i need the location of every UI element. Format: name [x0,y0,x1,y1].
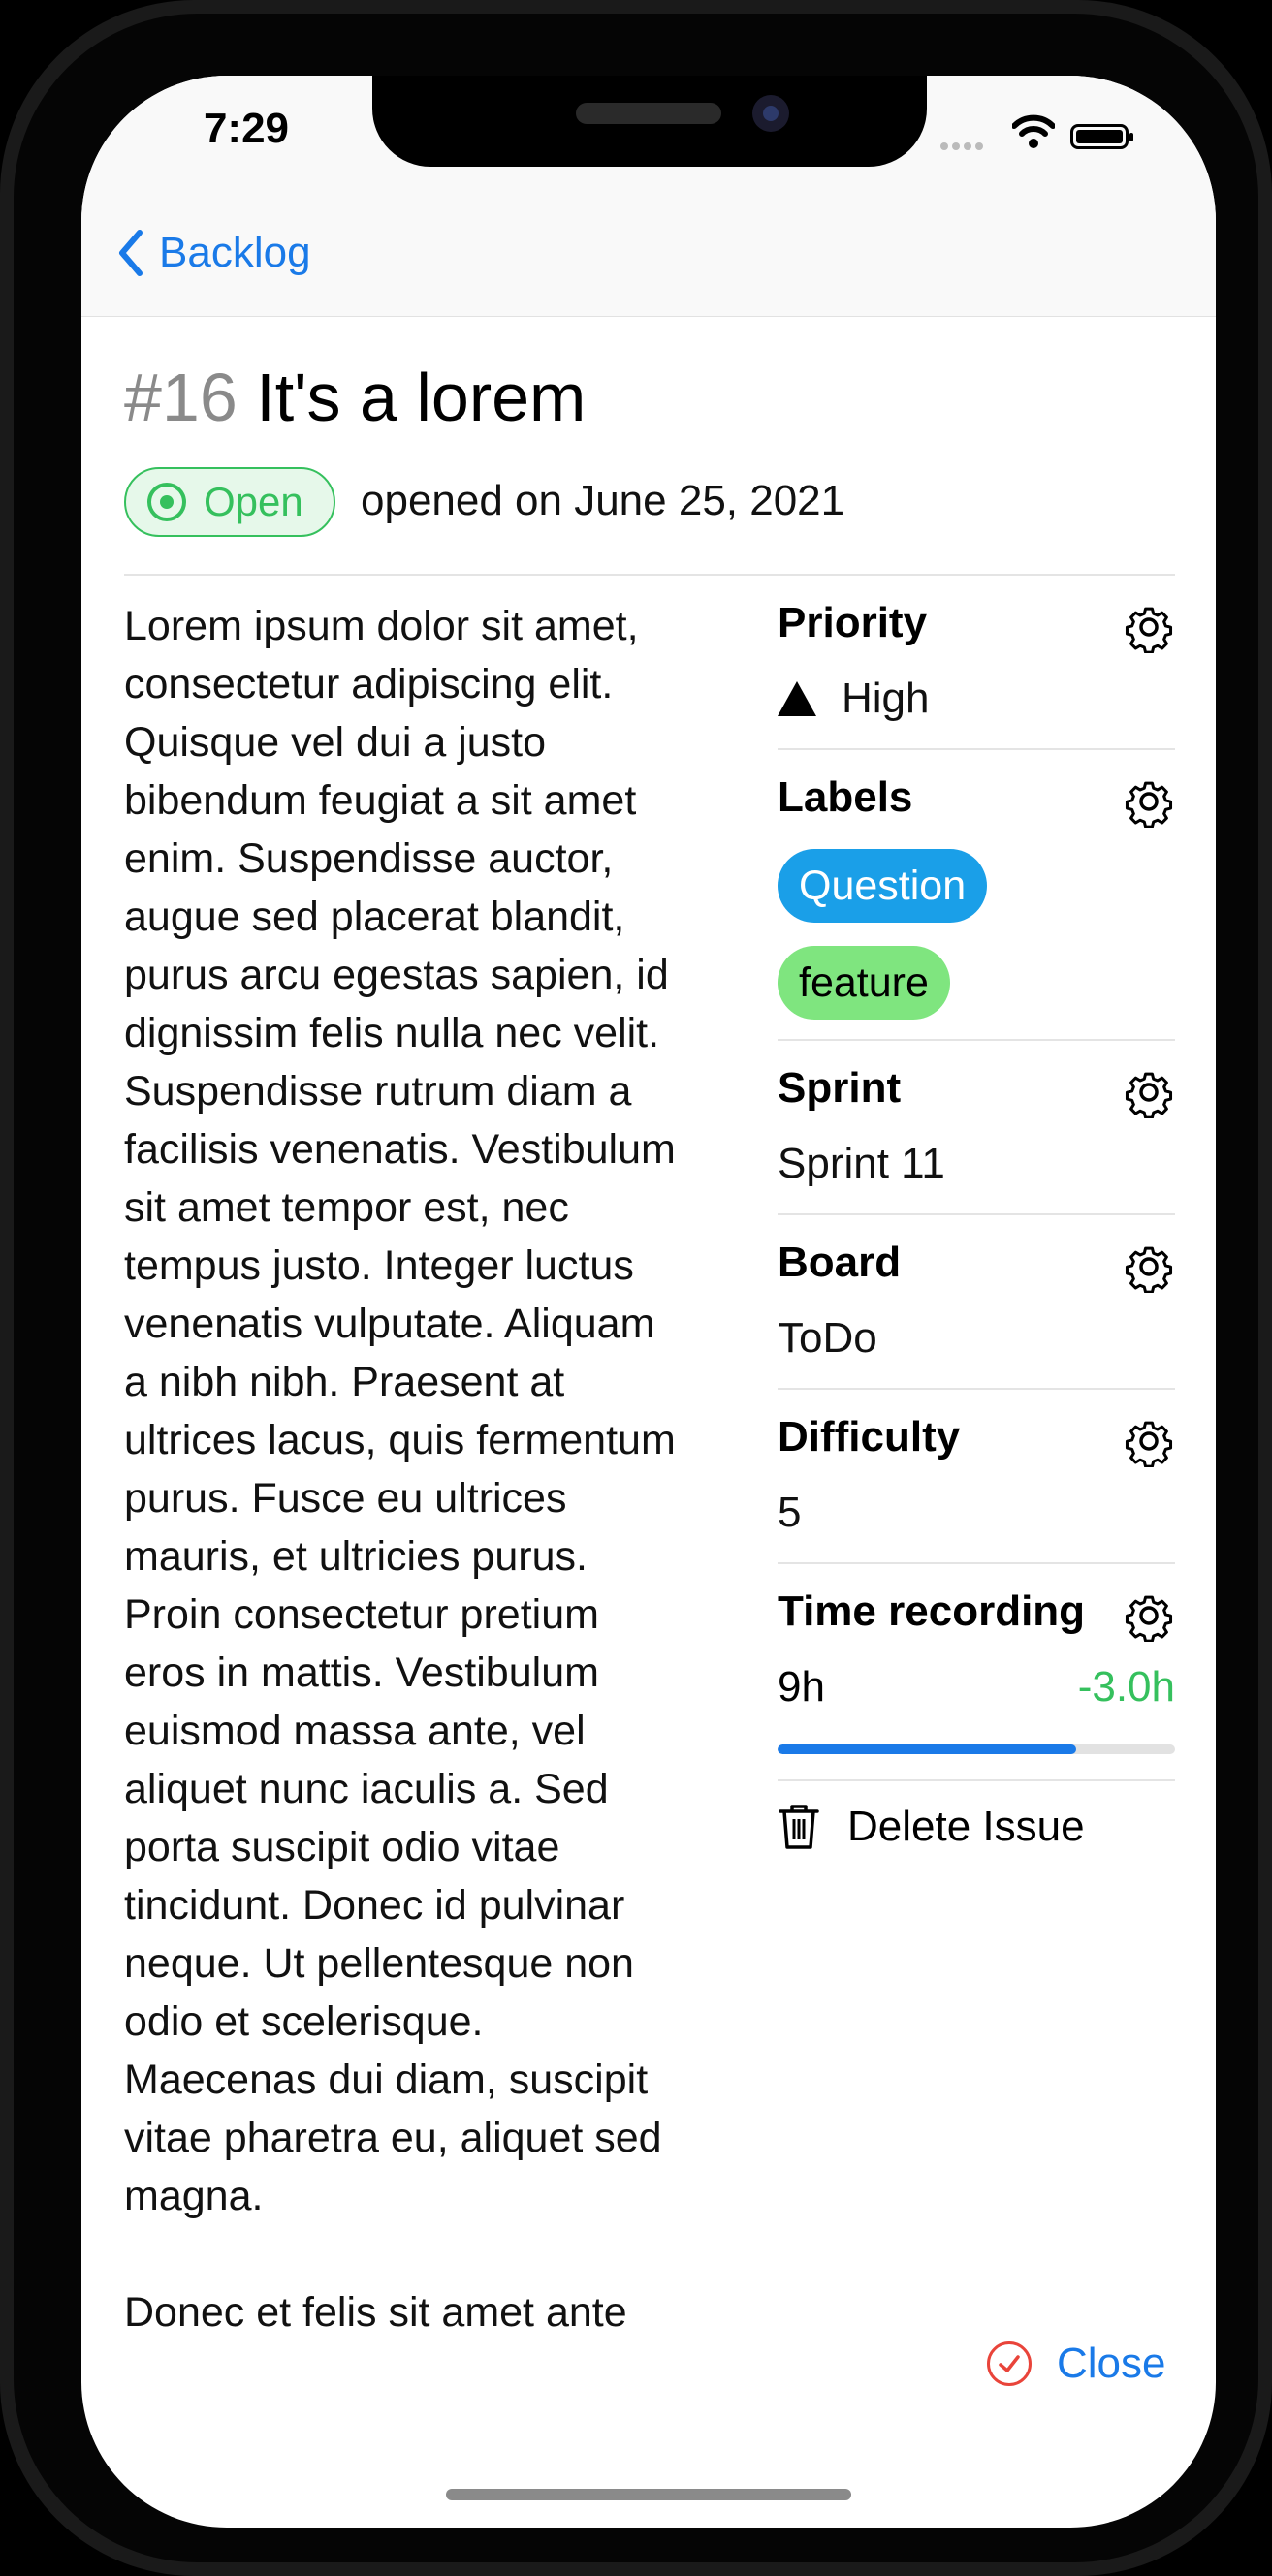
label-chip-feature[interactable]: feature [778,946,950,1020]
trash-icon [779,1805,819,1849]
gear-icon[interactable] [1123,775,1175,828]
time-spent-value: 9h [778,1663,825,1711]
checkmark-circle-icon [987,2341,1032,2386]
time-recording-section: Time recording 9h -3.0h [778,1564,1175,1781]
gear-icon[interactable] [1123,1066,1175,1118]
issue-sidebar: Priority High Labels Question feature Sp… [778,576,1175,1851]
home-indicator[interactable] [446,2489,851,2500]
delete-issue-button[interactable]: Delete Issue [778,1803,1175,1851]
labels-heading: Labels [778,773,913,821]
signal-icon [940,138,987,155]
time-progress-fill [778,1744,1076,1754]
phone-bezel: Backlog 7:29 #16 It's a lorem Open opene… [14,14,1258,2562]
priority-value: High [778,675,930,723]
board-heading: Board [778,1239,902,1286]
issue-title-row: #16 It's a lorem [124,359,586,436]
phone-frame: Backlog 7:29 #16 It's a lorem Open opene… [0,0,1272,2576]
priority-heading: Priority [778,599,928,646]
wifi-icon [1012,114,1055,148]
screen: Backlog 7:29 #16 It's a lorem Open opene… [81,76,1216,2528]
sprint-section: Sprint Sprint 11 [778,1041,1175,1215]
gear-icon[interactable] [1123,1241,1175,1293]
difficulty-value: 5 [778,1489,802,1536]
time-recording-heading: Time recording [778,1587,1086,1635]
opened-date: opened on June 25, 2021 [361,477,845,524]
gear-icon[interactable] [1123,1589,1175,1642]
back-label: Backlog [159,229,311,276]
triangle-icon [778,681,816,716]
camera [752,95,789,132]
status-label: Open [204,479,303,524]
gear-icon[interactable] [1123,1415,1175,1467]
priority-text: High [842,675,930,722]
time-progress-bar [778,1744,1175,1754]
label-chip-question[interactable]: Question [778,849,988,923]
close-label: Close [1057,2340,1166,2387]
gear-icon[interactable] [1123,601,1175,653]
sprint-value: Sprint 11 [778,1140,945,1187]
battery-icon [1070,124,1133,149]
delete-issue-label: Delete Issue [847,1803,1085,1850]
difficulty-heading: Difficulty [778,1413,961,1461]
labels-section: Labels Question feature [778,750,1175,1041]
issue-title: It's a lorem [256,360,587,435]
board-section: Board ToDo [778,1215,1175,1390]
difficulty-section: Difficulty 5 [778,1390,1175,1564]
back-button[interactable]: Backlog [116,229,311,277]
chevron-left-icon [119,230,143,276]
status-badge: Open [124,467,335,537]
issue-description: Lorem ipsum dolor sit amet, consectetur … [124,603,676,2332]
priority-section: Priority High [778,576,1175,750]
board-value: ToDo [778,1314,877,1362]
time-recording-row: 9h -3.0h [778,1663,1175,1712]
issue-number: #16 [124,360,238,435]
time-delta-value: -3.0h [1077,1663,1175,1711]
status-time: 7:29 [203,105,290,152]
open-status-icon [147,483,186,521]
sprint-heading: Sprint [778,1064,902,1112]
close-issue-button[interactable]: Close [987,2340,1166,2388]
speaker-grille [576,103,721,124]
